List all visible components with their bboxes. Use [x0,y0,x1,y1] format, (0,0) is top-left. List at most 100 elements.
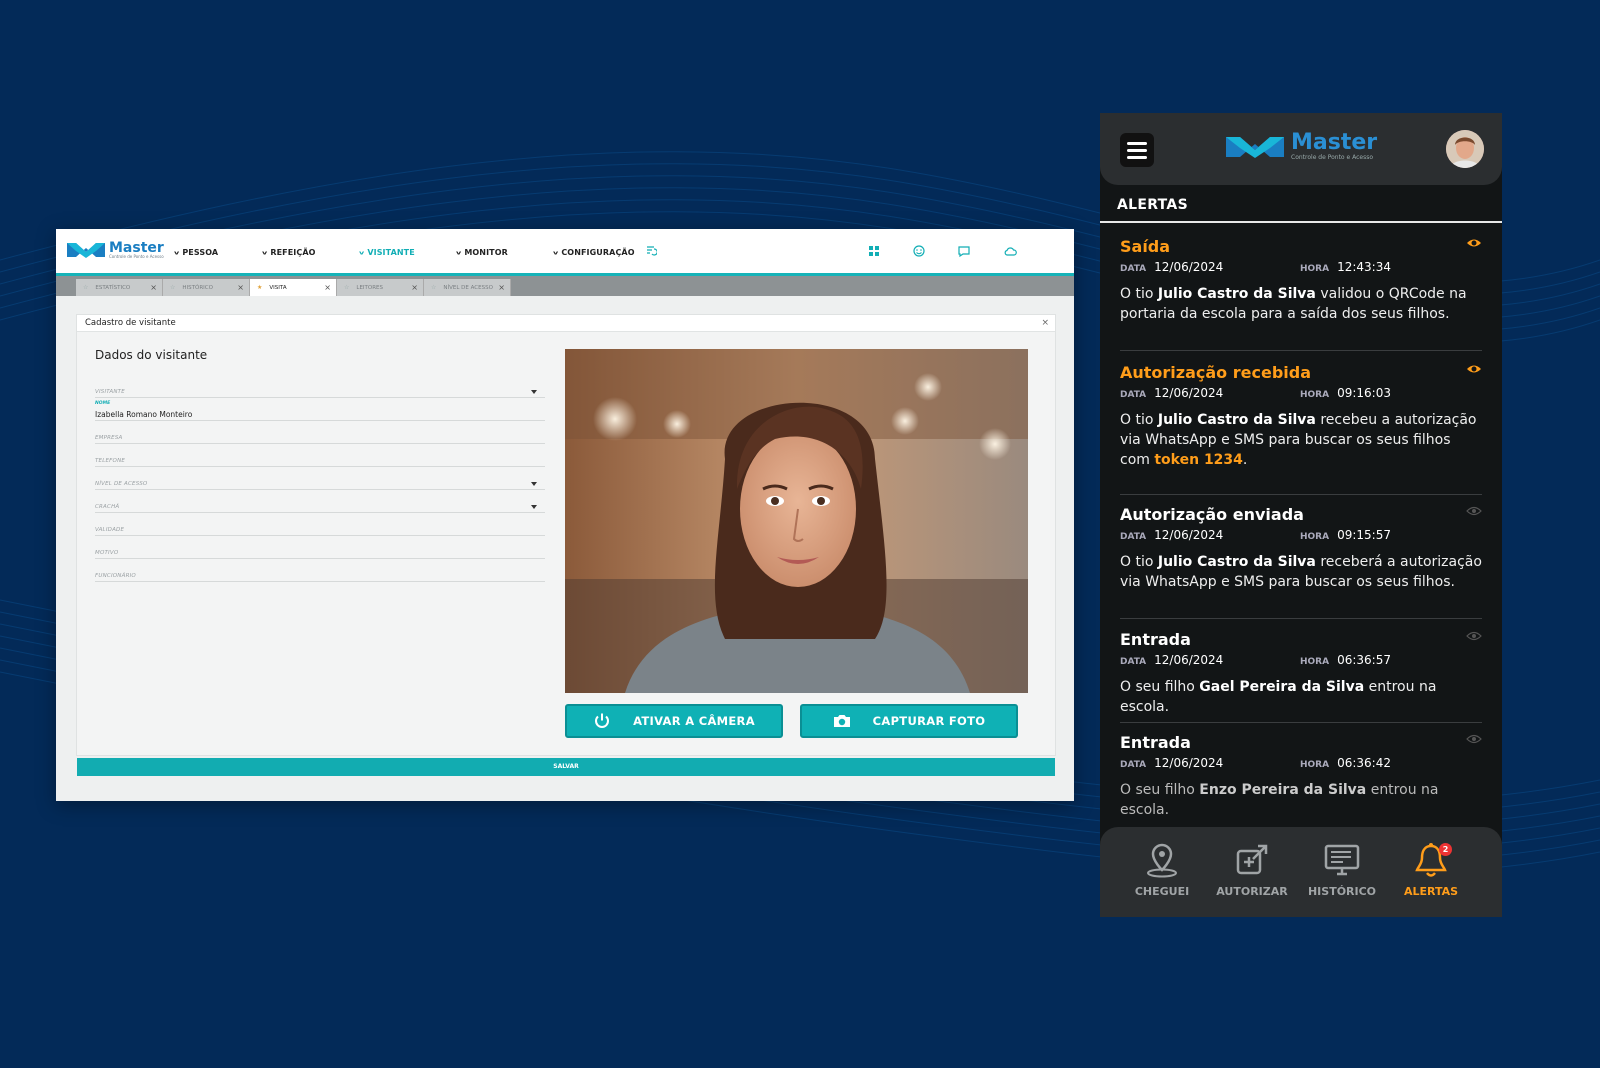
desktop-window: Master Controle de Ponto e Acesso v PESSO… [56,229,1074,801]
brand-tagline: Controle de Ponto e Acesso [109,254,164,259]
nivel-de-acesso-select[interactable]: NÍVEL DE ACESSO [95,475,545,490]
alert-title: Autorização enviada [1120,505,1304,524]
bottom-nav-label: HISTÓRICO [1307,885,1377,898]
chevron-down-icon: v [553,249,559,256]
nav-configuracao[interactable]: v CONFIGURAÇÃO [553,248,635,257]
eye-icon[interactable] [1466,505,1482,517]
nav-refeicao[interactable]: v REFEIÇÃO [262,248,316,257]
chat-icon[interactable] [957,244,971,258]
eye-icon[interactable] [1466,363,1482,375]
time-label: HORA [1300,532,1330,542]
authorize-icon [1236,844,1268,875]
grid-icon[interactable] [867,244,881,258]
time-label: HORA [1300,264,1330,274]
capture-photo-button[interactable]: CAPTURAR FOTO [800,704,1018,738]
close-icon[interactable]: × [1041,315,1049,331]
time-label: HORA [1300,760,1330,770]
brand-tagline: Controle de Ponto e Acesso [1291,154,1374,161]
bottom-nav-cheguei[interactable]: CHEGUEI [1117,841,1207,898]
tab-nivel-de-acesso[interactable]: ☆ NÍVEL DE ACESSO × [424,279,511,296]
close-icon[interactable]: × [498,279,505,296]
alert-item[interactable]: Saída DATA 12/06/2024 HORA 12:43:34 O tio J… [1120,237,1482,324]
field-label: CRACHÁ [95,504,120,510]
eye-icon[interactable] [1466,630,1482,642]
funcionario-input[interactable]: FUNCIONÁRIO [95,567,545,582]
tab-estatistico[interactable]: ☆ ESTATÍSTICO × [76,279,163,296]
panel-header: Cadastro de visitante × [77,315,1055,332]
message-name: Julio Castro da Silva [1157,412,1316,428]
eye-icon[interactable] [1466,237,1482,249]
dropdown-arrow-icon [531,390,537,394]
alert-item[interactable]: Entrada DATA 12/06/2024 HORA 06:36:57 O seu… [1120,630,1482,717]
date-label: DATA [1120,657,1147,667]
bottom-nav-label: CHEGUEI [1134,885,1190,898]
message-name: Gael Pereira da Silva [1199,679,1365,695]
nav-label: PESSOA [182,248,219,257]
bottom-nav-autorizar[interactable]: AUTORIZAR [1207,841,1297,898]
date-label: DATA [1120,390,1147,400]
close-icon[interactable]: × [324,279,331,296]
nav-label: VISITANTE [367,248,415,257]
divider [1120,722,1482,723]
mobile-app: Master Controle de Ponto e Acesso ALERTA… [1100,113,1502,917]
cloud-icon[interactable] [1003,244,1017,258]
field-label: FUNCIONÁRIO [95,573,136,579]
tab-leitores[interactable]: ☆ LEITORES × [337,279,424,296]
tab-label: ESTATÍSTICO [95,285,131,291]
cracha-select[interactable]: CRACHÁ [95,498,545,513]
empresa-input[interactable]: EMPRESA [95,429,545,444]
close-icon[interactable]: × [411,279,418,296]
bottom-nav: CHEGUEI AUTORIZAR HISTÓRICO 2 ALERTAS [1100,827,1502,917]
alert-date: 12/06/2024 [1154,653,1224,667]
field-value: Izabella Romano Monteiro [95,410,193,419]
chevron-down-icon: v [262,249,268,256]
nav-pessoa[interactable]: v PESSOA [174,248,218,257]
activate-camera-button[interactable]: ATIVAR A CÂMERA [565,704,783,738]
location-pin-icon [1147,843,1177,878]
nav-label: REFEIÇÃO [270,248,316,257]
eye-icon[interactable] [1466,733,1482,745]
face-icon[interactable] [912,244,926,258]
menu-icon[interactable] [1120,133,1154,167]
alert-item[interactable]: Autorização recebida DATA 12/06/2024 HORA 0… [1120,363,1482,470]
tab-historico[interactable]: ☆ HISTÓRICO × [163,279,250,296]
message-token: token 1234 [1154,452,1243,468]
alert-date: 12/06/2024 [1154,756,1224,770]
alert-date: 12/06/2024 [1154,386,1224,400]
alert-title: Autorização recebida [1120,363,1312,382]
chevron-down-icon: v [456,249,462,256]
message-text: O tio [1120,286,1158,302]
alert-time: 06:36:42 [1337,756,1391,770]
visitante-select[interactable]: VISITANTE [95,383,545,398]
nome-input[interactable]: NOME Izabella Romano Monteiro [95,401,545,421]
telefone-input[interactable]: TELEFONE [95,452,545,467]
tab-label: VISITA [269,285,287,291]
button-label: SALVAR [553,763,579,770]
time-label: HORA [1300,390,1330,400]
time-label: HORA [1300,657,1330,667]
alert-item[interactable]: Entrada DATA 12/06/2024 HORA 06:36:42 O seu… [1120,733,1482,820]
sync-icon[interactable] [645,244,657,256]
alert-message: O tio Julio Castro da Silva receberá a a… [1120,552,1482,592]
nav-monitor[interactable]: v MONITOR [456,248,508,257]
motivo-input[interactable]: MOTIVO [95,544,545,559]
field-label: NÍVEL DE ACESSO [95,481,148,487]
master-logo-icon [1226,136,1284,158]
alert-title: Entrada [1120,733,1191,752]
bottom-nav-historico[interactable]: HISTÓRICO [1297,841,1387,898]
message-text: O seu filho [1120,782,1200,798]
brand-logo[interactable]: Master Controle de Ponto e Acesso [66,240,164,260]
tab-visita[interactable]: ★ VISITA × [250,279,337,296]
alert-item[interactable]: Autorização enviada DATA 12/06/2024 HORA 09… [1120,505,1482,592]
bottom-nav-alertas[interactable]: 2 ALERTAS [1386,841,1476,898]
save-button[interactable]: SALVAR [77,758,1055,776]
close-icon[interactable]: × [237,279,244,296]
chevron-down-icon: v [359,249,365,256]
validade-input[interactable]: VALIDADE [95,521,545,536]
close-icon[interactable]: × [150,279,157,296]
alert-time: 09:15:57 [1337,528,1391,542]
brand-logo: Master Controle de Ponto e Acesso [1225,132,1377,161]
field-label: NOME [95,401,111,406]
avatar[interactable] [1446,130,1484,168]
nav-visitante[interactable]: v VISITANTE [359,248,415,257]
